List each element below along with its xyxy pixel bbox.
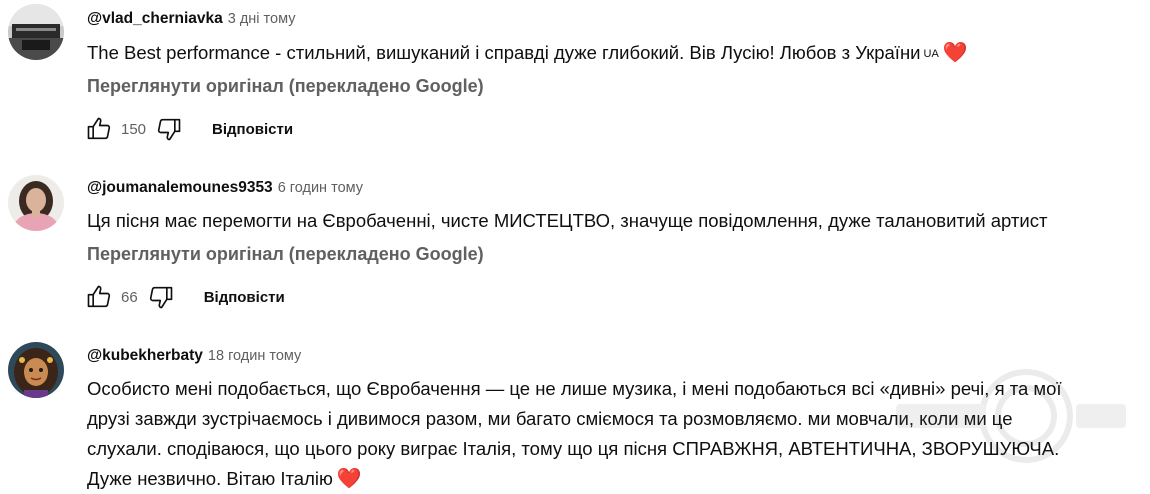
dislike-button[interactable] [146,282,176,312]
like-count: 66 [121,288,138,306]
comment-text-fragment: Дуже незвично. Вітаю Італію [87,468,333,489]
comment-text: The Best performance - стильний, вишукан… [87,38,968,69]
comment-text-line: Особисто мені подобається, що Євробаченн… [87,378,1062,399]
reply-button[interactable]: Відповісти [212,121,293,138]
comment-text-line: The Best performance - стильний, вишукан… [87,42,921,63]
author-name[interactable]: @joumanalemounes9353 [87,179,273,196]
author-name[interactable]: @kubekherbaty [87,347,203,364]
thumb-down-icon [149,286,173,309]
author-name[interactable]: @vlad_cherniavka [87,10,223,27]
view-original-link[interactable]: Переглянути оригінал (перекладено Google… [87,244,484,265]
heart-emoji: ❤️ [336,468,362,490]
comment-actions: 66 Відповісти [84,281,285,313]
comment-actions: 150 Відповісти [84,113,293,145]
thumb-up-icon [87,285,111,308]
like-button[interactable] [84,282,114,312]
comment-text-line: друзі завжди зустрічаємось і дивимося ра… [87,408,1013,429]
view-original-link[interactable]: Переглянути оригінал (перекладено Google… [87,76,484,97]
comment-text-line: Дуже незвично. Вітаю Італію ❤️ [87,464,1062,494]
comment-meta: @vlad_cherniavka 3 дні тому [87,10,296,28]
comment-text-line: слухали. сподіваюся, що цього року вигра… [87,438,1060,459]
comment-text-line: Ця пісня має перемогти на Євробаченні, ч… [87,210,1048,231]
like-button[interactable] [84,114,114,144]
reply-button[interactable]: Відповісти [204,289,285,306]
like-count: 150 [121,120,147,138]
avatar[interactable] [8,342,64,398]
avatar[interactable] [8,4,64,60]
comment-time[interactable]: 6 годин тому [278,180,363,196]
thumb-down-icon [157,118,181,141]
comment-meta: @kubekherbaty 18 годин тому [87,347,301,365]
thumb-up-icon [87,117,111,140]
comment-text: Ця пісня має перемогти на Євробаченні, ч… [87,206,1047,236]
dislike-button[interactable] [154,114,184,144]
heart-emoji: ❤️ [942,42,968,64]
avatar[interactable] [8,175,64,231]
comment-time[interactable]: 18 годин тому [208,348,301,364]
comment-time[interactable]: 3 дні тому [228,11,296,27]
comment-meta: @joumanalemounes9353 6 годин тому [87,179,363,197]
flag-ua-text: UA [923,48,939,60]
comment-text: Особисто мені подобається, що Євробаченн… [87,374,1062,494]
